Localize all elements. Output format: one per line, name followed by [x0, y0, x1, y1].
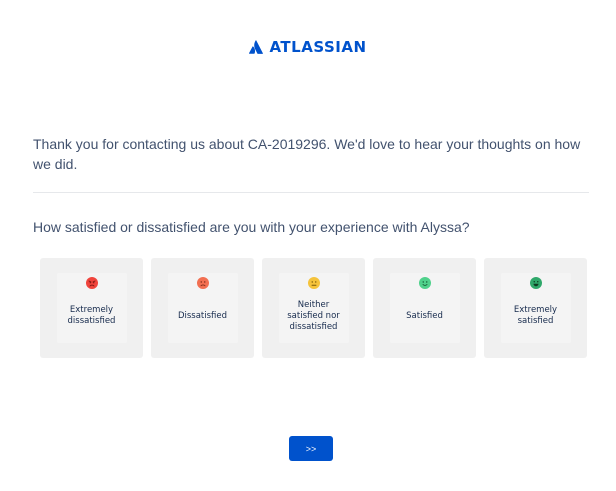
rating-option-extremely-satisfied[interactable]: Extremely satisfied — [484, 258, 587, 358]
rating-option-satisfied[interactable]: Satisfied — [373, 258, 476, 358]
atlassian-mark-icon — [249, 40, 264, 54]
rating-option-dissatisfied[interactable]: Dissatisfied — [151, 258, 254, 358]
brand-name: ATLASSIAN — [269, 38, 367, 56]
rating-option-neutral[interactable]: Neither satisfied nor dissatisfied — [262, 258, 365, 358]
divider — [33, 192, 589, 193]
rating-option-label: Neither satisfied nor dissatisfied — [287, 299, 340, 332]
rating-option-card: Neither satisfied nor dissatisfied — [278, 273, 349, 343]
rating-options: Extremely dissatisfied Dissatisfied Neit… — [40, 258, 587, 358]
grinning-face-icon — [529, 277, 542, 289]
next-button[interactable]: >> — [289, 436, 333, 461]
rating-option-card: Extremely satisfied — [500, 273, 571, 343]
atlassian-logo: ATLASSIAN — [0, 38, 616, 56]
neutral-face-icon — [307, 277, 320, 289]
rating-option-card: Dissatisfied — [167, 273, 238, 343]
rating-option-label: Dissatisfied — [177, 310, 228, 321]
rating-option-label: Extremely satisfied — [513, 305, 558, 326]
rating-option-card: Satisfied — [389, 273, 460, 343]
intro-text: Thank you for contacting us about CA-201… — [33, 136, 581, 172]
smiling-face-icon — [418, 277, 431, 289]
survey-question: How satisfied or dissatisfied are you wi… — [33, 219, 470, 235]
very-angry-face-icon — [85, 277, 98, 289]
rating-option-card: Extremely dissatisfied — [56, 273, 127, 343]
rating-option-label: Satisfied — [406, 310, 443, 321]
survey-page: ATLASSIAN Thank you for contacting us ab… — [0, 0, 616, 491]
frowning-face-icon — [196, 277, 209, 289]
rating-option-label: Extremely dissatisfied — [67, 305, 116, 326]
rating-option-extremely-dissatisfied[interactable]: Extremely dissatisfied — [40, 258, 143, 358]
